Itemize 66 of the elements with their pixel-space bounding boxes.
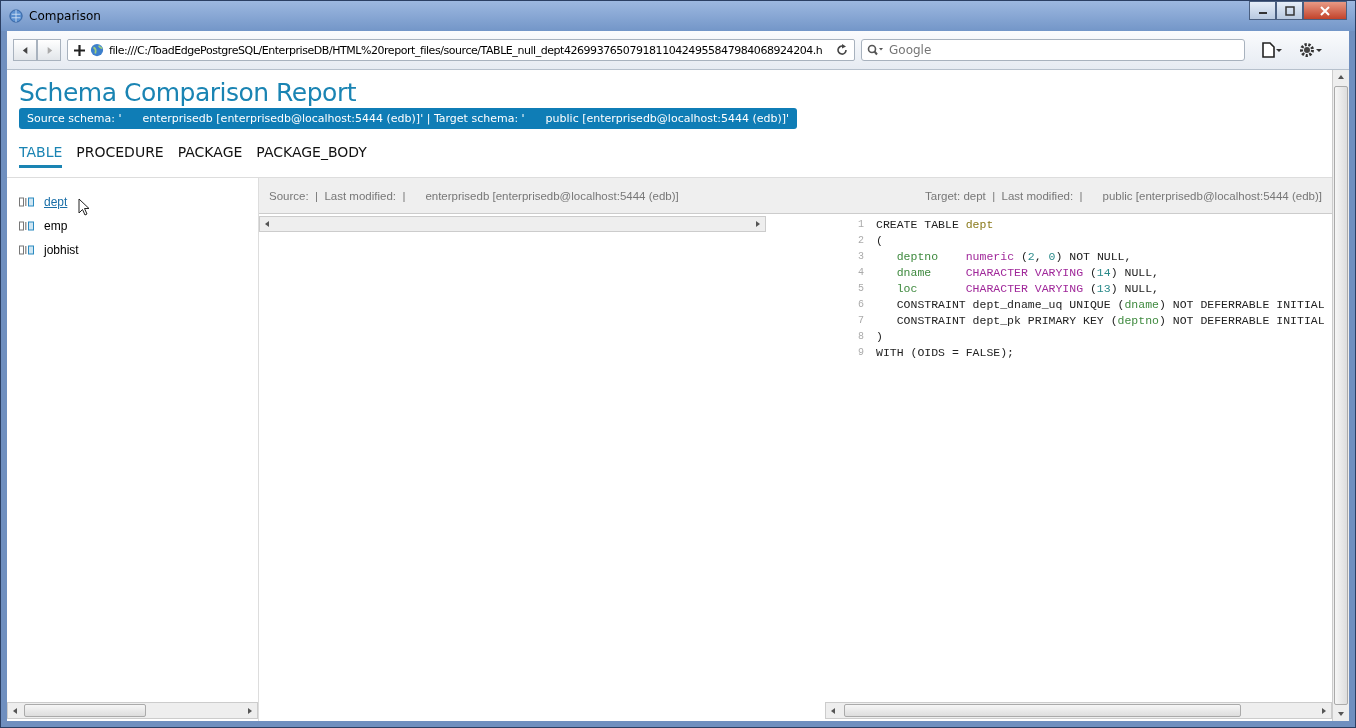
close-button[interactable] [1303,1,1347,20]
window-title: Comparison [29,9,101,23]
code-line: deptno numeric (2, 0) NOT NULL, [895,249,1132,263]
scroll-right-icon[interactable] [247,707,253,714]
horizontal-scrollbar[interactable] [825,702,1332,719]
table-link[interactable]: dept [44,194,68,209]
line-number: 6 [857,298,864,310]
back-button[interactable] [13,39,37,61]
target-schema: public [enterprisedb@localhost:5444 (edb)] [1102,189,1322,202]
globe-icon [90,43,104,57]
code-line: CREATE TABLE dept [876,217,994,231]
settings-icon[interactable] [1299,42,1323,58]
code-line: ( [876,233,883,247]
close-icon [1320,5,1330,16]
scroll-left-icon[interactable] [12,707,18,714]
line-number: 3 [857,250,864,262]
add-icon[interactable] [74,44,85,56]
minimize-icon [1258,12,1267,14]
scroll-right-icon[interactable] [755,221,761,227]
vertical-scrollbar[interactable] [1332,70,1349,721]
maximize-button[interactable] [1276,1,1303,20]
source-label: Source: | Last modified: | [269,189,406,202]
table-link[interactable]: jobhist [44,242,79,257]
page-menu-icon[interactable] [1261,42,1283,58]
scroll-left-icon[interactable] [830,707,836,714]
url-text: file:///C:/ToadEdgePostgreSQL/EnterpriseDB/HTML%20report_files/source/TABLE_null_dept42699376507918110424955847984068924204.h [109,43,824,57]
horizontal-scrollbar[interactable] [259,216,766,232]
scroll-down-icon[interactable] [1338,711,1344,717]
table-link[interactable]: emp [44,218,68,233]
line-number: 1 [857,218,864,230]
line-number: 4 [857,266,864,278]
code-line: CONSTRAINT dept_dname_uq UNIQUE (dname) NOT DEFERRABLE INITIAL [895,297,1325,311]
scroll-up-icon[interactable] [1338,74,1344,80]
code-line: dname CHARACTER VARYING (14) NULL, [895,265,1159,279]
line-number: 2 [857,234,864,246]
line-number: 5 [857,282,864,294]
search-field[interactable]: Google [861,39,1245,61]
reload-icon[interactable] [836,44,848,56]
code-line: CONSTRAINT dept_pk PRIMARY KEY (deptno) NOT DEFERRABLE INITIAL [895,313,1325,327]
schema-banner: Source schema: ' enterprisedb [enterprisedb@localhost:5444 (edb)]' | Target schema: ' public [enterprisedb@localhost:5444 (edb)]' [19,108,798,129]
table-icon [19,196,35,207]
tab[interactable]: PACKAGE_BODY [256,144,367,168]
scroll-right-icon[interactable] [1321,707,1327,714]
mouse-pointer-icon [78,197,91,216]
tab[interactable]: TABLE [19,144,63,168]
code-line: ) [876,329,883,343]
table-icon [19,220,35,231]
scroll-left-icon[interactable] [264,221,270,227]
line-number: 7 [857,314,864,326]
address-bar[interactable]: file:///C:/ToadEdgePostgreSQL/EnterpriseDB/HTML%20report_files/source/TABLE_null_dept42699376507918110424955847984068924204.h [67,39,855,61]
search-icon [867,44,883,56]
back-arrow-icon [20,45,30,55]
line-number: 9 [857,346,864,358]
horizontal-scrollbar[interactable] [7,702,258,719]
table-icon [19,244,35,255]
line-number: 8 [857,330,864,342]
maximize-icon [1284,5,1295,16]
source-schema: enterprisedb [enterprisedb@localhost:5444 (edb)] [425,189,679,202]
tab[interactable]: PROCEDURE [76,144,164,168]
report-title: Schema Comparison Report [19,78,357,107]
globe-icon [9,9,23,23]
tab[interactable]: PACKAGE [177,144,243,168]
code-line: WITH (OIDS = FALSE); [876,345,1015,359]
target-label: Target: dept | Last modified: | [925,189,1083,202]
code-line: loc CHARACTER VARYING (13) NULL, [895,281,1159,295]
minimize-button[interactable] [1249,1,1276,20]
